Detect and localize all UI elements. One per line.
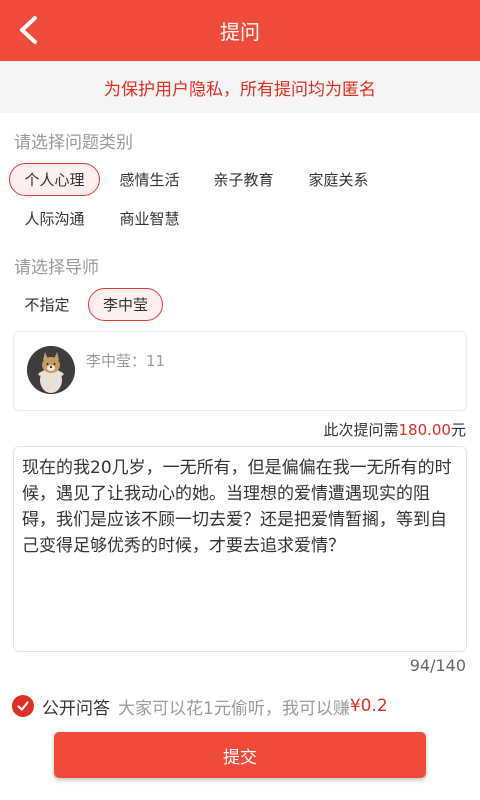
avatar bbox=[27, 346, 75, 394]
page-title: 提问 bbox=[220, 20, 260, 44]
mentor-avatar-image bbox=[27, 346, 75, 394]
back-button[interactable] bbox=[6, 8, 50, 52]
mentor-card[interactable]: 李中莹：11 bbox=[13, 331, 467, 411]
nav-bar: 提问 bbox=[0, 0, 480, 61]
privacy-notice: 为保护用户隐私，所有提问均为匿名 bbox=[0, 61, 480, 113]
price-suffix: 元 bbox=[450, 421, 466, 439]
category-section-title: 请选择问题类别 bbox=[14, 133, 133, 153]
price-line: 此次提问需180.00元 bbox=[323, 419, 466, 440]
submit-button[interactable]: 提交 bbox=[54, 732, 426, 778]
public-answer-label: 公开问答 bbox=[42, 698, 110, 719]
mentor-chip-unspecified[interactable]: 不指定 bbox=[9, 288, 85, 321]
public-answer-checkbox[interactable] bbox=[12, 695, 34, 717]
public-answer-row: 公开问答 大家可以花1元偷听，我可以赚 ¥0.2 bbox=[12, 694, 388, 719]
category-chip-family-relations[interactable]: 家庭关系 bbox=[293, 163, 384, 196]
public-answer-hint: 大家可以花1元偷听，我可以赚 bbox=[118, 698, 350, 719]
category-chip-parenting[interactable]: 亲子教育 bbox=[198, 163, 289, 196]
checkmark-icon bbox=[17, 701, 29, 711]
category-chip-personal-psychology[interactable]: 个人心理 bbox=[9, 163, 100, 196]
char-counter: 94/140 bbox=[409, 656, 466, 675]
category-chip-interpersonal[interactable]: 人际沟通 bbox=[9, 202, 100, 235]
mentor-card-text: 李中莹：11 bbox=[86, 352, 166, 370]
category-chip-love-life[interactable]: 感情生活 bbox=[104, 163, 195, 196]
question-textarea[interactable]: 现在的我20几岁，一无所有，但是偏偏在我一无所有的时候，遇见了让我动心的她。当理… bbox=[13, 446, 467, 652]
mentor-chip-li-zhongying[interactable]: 李中莹 bbox=[88, 288, 163, 321]
public-answer-earn: ¥0.2 bbox=[349, 696, 388, 716]
category-chip-business-wisdom[interactable]: 商业智慧 bbox=[104, 202, 195, 235]
price-prefix: 此次提问需 bbox=[323, 421, 399, 439]
mentor-section-title: 请选择导师 bbox=[14, 258, 99, 278]
chevron-left-icon bbox=[20, 16, 37, 44]
price-amount: 180.00 bbox=[398, 421, 451, 439]
